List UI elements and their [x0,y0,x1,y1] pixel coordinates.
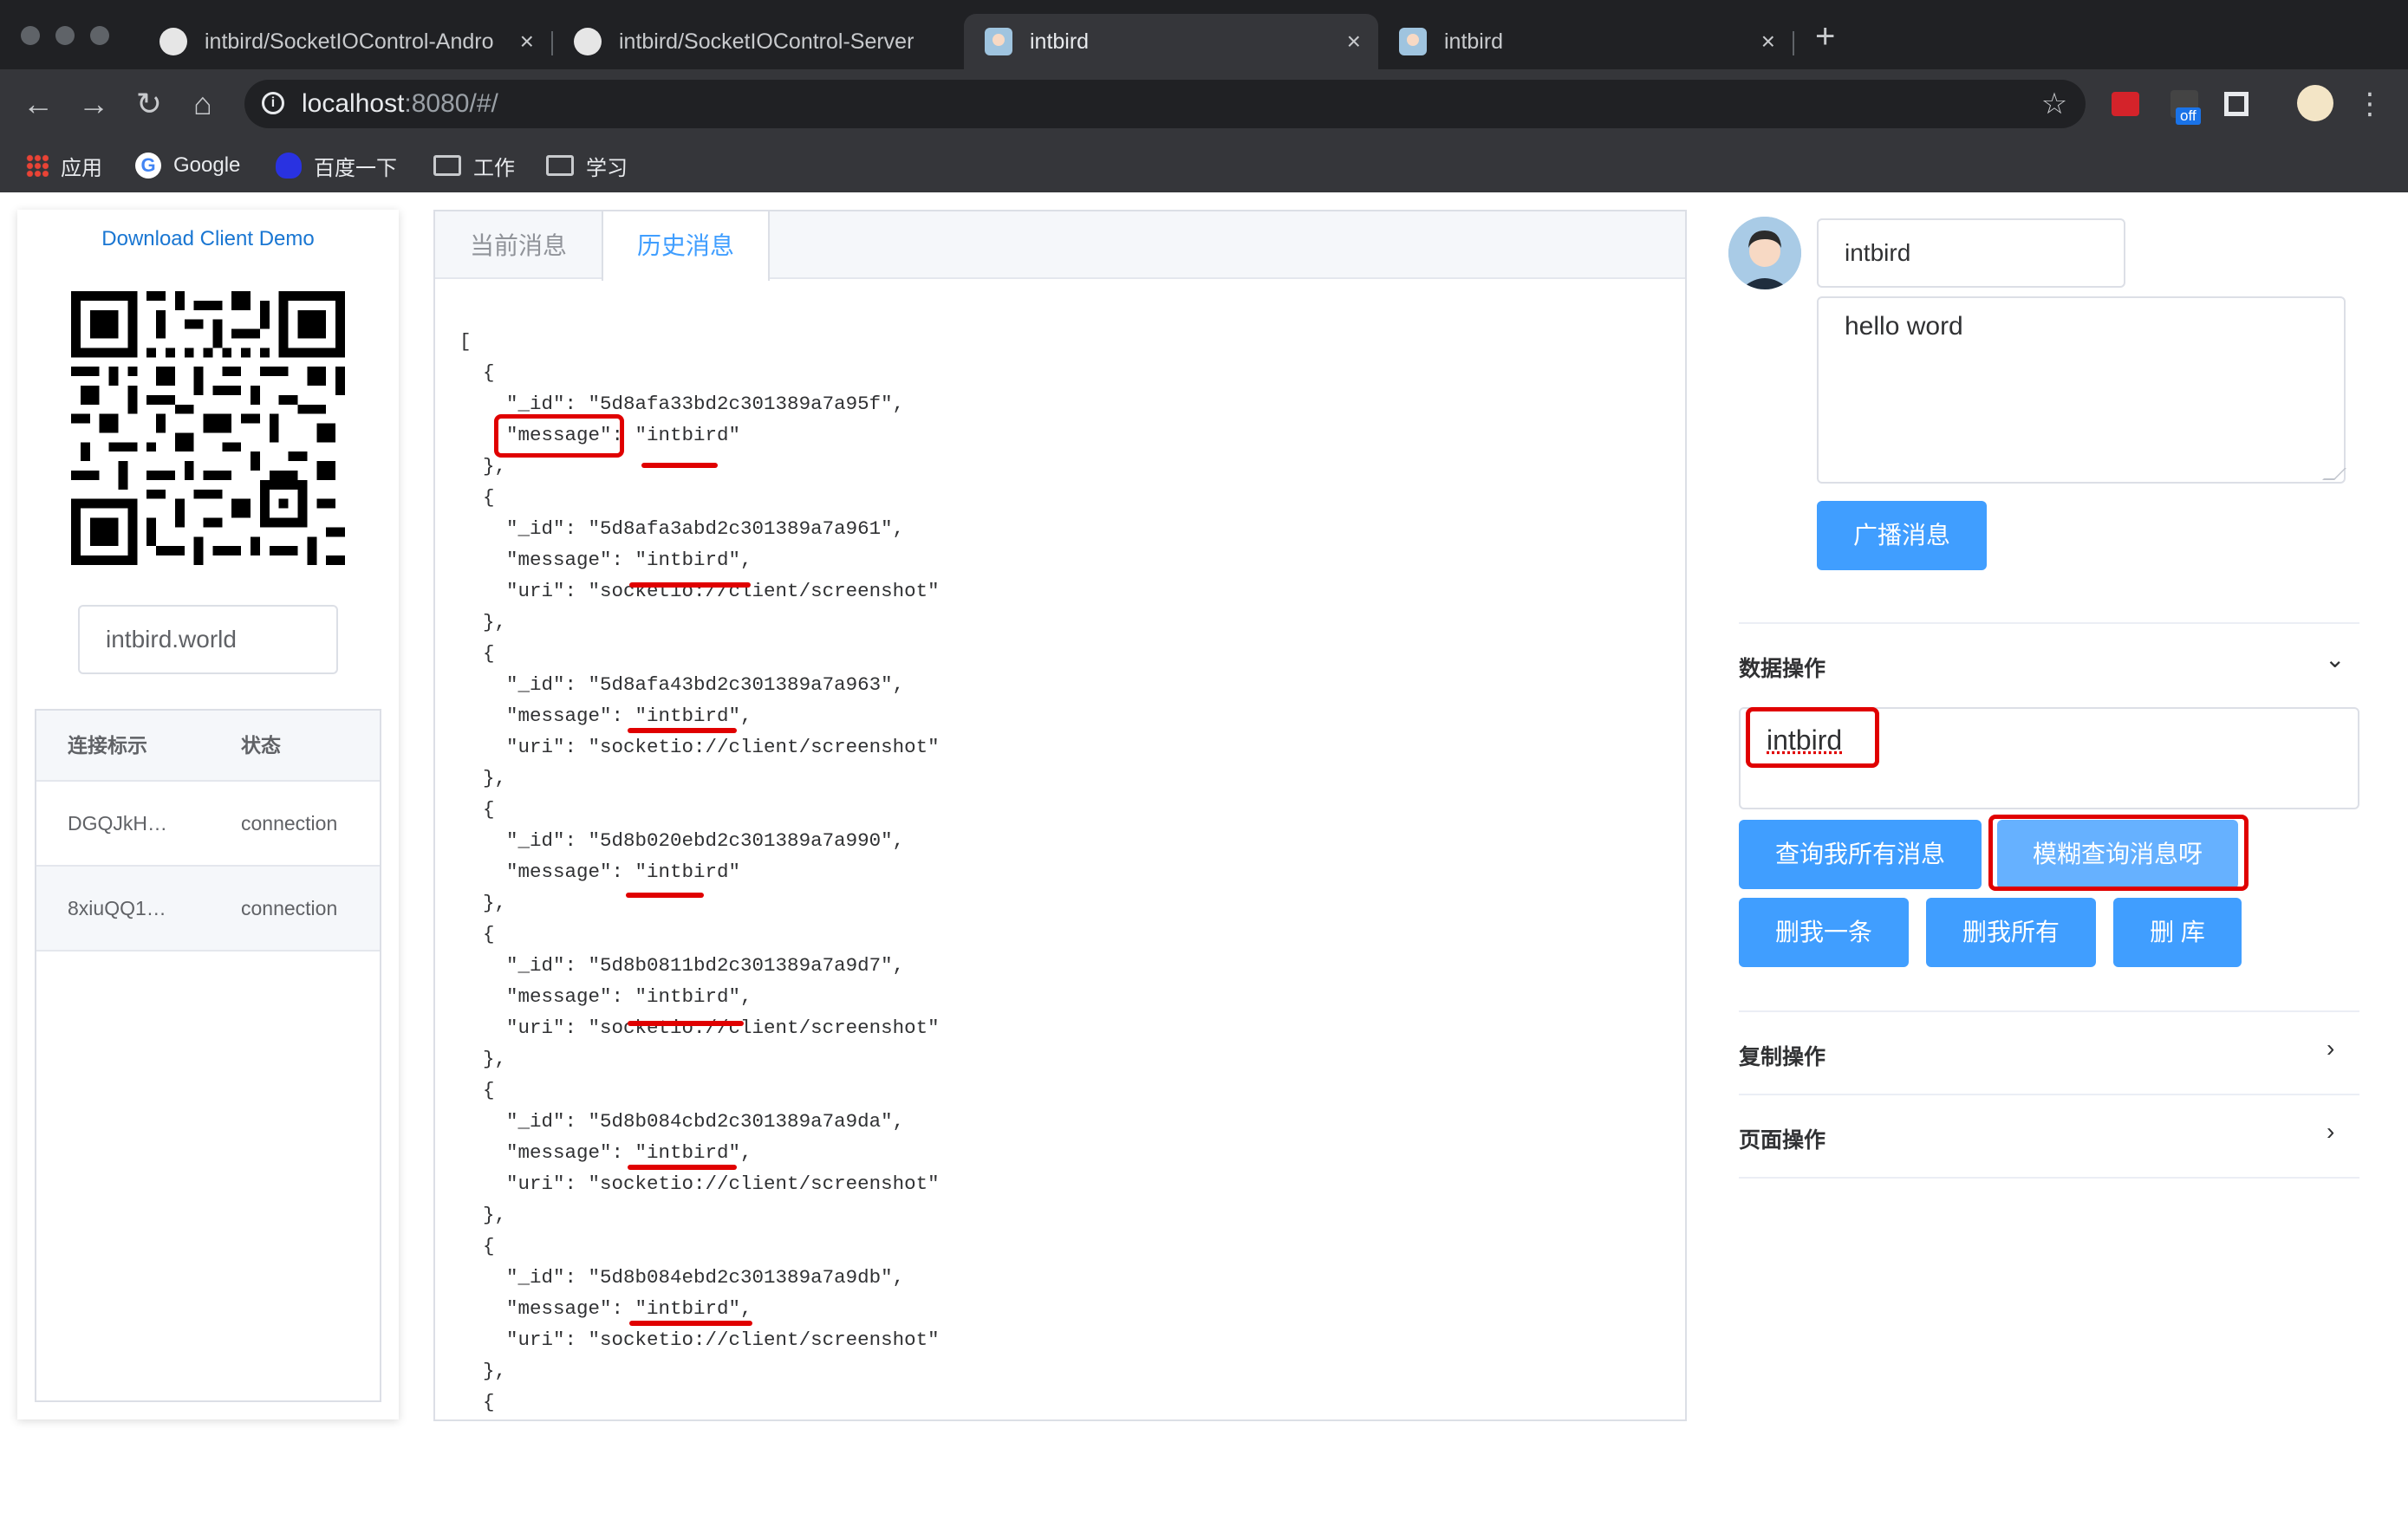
baidu-icon [276,153,302,179]
bookmark-label: 应用 [61,156,102,180]
url-text[interactable]: localhost:8080/#/ [302,85,498,123]
annotation-underline [629,582,751,588]
tab-current-messages[interactable]: 当前消息 [435,211,602,281]
connection-table: 连接标示 状态 DGQJkH… connection 8xiuQQ1… conn… [35,709,381,1402]
domain-input[interactable]: intbird.world [78,605,338,674]
home-icon[interactable]: ⌂ [182,83,224,125]
download-client-link[interactable]: Download Client Demo [17,227,399,251]
browser-tab-4[interactable]: intbird × [1378,14,1793,69]
github-icon [159,28,187,55]
profile-avatar-icon[interactable] [2297,85,2333,121]
bookmark-label: Google [173,153,241,177]
annotation-underline [628,1021,744,1026]
table-row[interactable]: 8xiuQQ1… connection [36,867,380,952]
menu-dots-icon[interactable]: ⋮ [2349,83,2391,125]
tab-history-messages[interactable]: 历史消息 [602,211,770,281]
bookmark-label: 百度一下 [314,156,397,180]
window-minimize-dot[interactable] [55,26,75,45]
extension-square-icon[interactable] [2224,92,2249,116]
tab-label: intbird [1030,29,1090,54]
tab-label: intbird/SocketIOControl-Andro [205,29,494,54]
github-icon [574,28,602,55]
tab-close-icon[interactable]: × [520,28,534,55]
annotation-message-key-box [494,414,624,458]
tab-separator [1793,31,1794,55]
divider [1739,622,2359,624]
avatar-favicon-icon [1399,28,1427,55]
tab-label: intbird [1444,29,1504,54]
browser-tab-active[interactable]: intbird × [964,14,1378,69]
annotation-underline [628,728,737,733]
divider [1739,1094,2359,1095]
info-icon[interactable]: i [262,92,284,114]
copy-ops-title[interactable]: 复制操作 [1739,1040,1826,1071]
chevron-right-icon[interactable]: › [2327,1118,2334,1146]
annotation-underline [626,893,704,898]
browser-tab-1[interactable]: intbird/SocketIOControl-Andro × [139,14,551,69]
broadcast-button[interactable]: 广播消息 [1817,501,1987,570]
tab-close-icon[interactable]: × [1347,28,1361,55]
page-ops-title[interactable]: 页面操作 [1739,1123,1826,1154]
bookmark-baidu[interactable]: 百度一下 [276,146,397,185]
history-json-output: [ { "_id": "5d8afa33bd2c301389a7a95f", "… [459,330,940,1413]
annotation-underline [628,1165,737,1170]
window-close-dot[interactable] [21,26,40,45]
connection-status: connection [241,897,338,919]
column-header-status: 状态 [241,734,281,757]
annotation-query-box [1746,707,1879,768]
browser-tab-2[interactable]: intbird/SocketIOControl-Server [553,14,964,69]
reload-icon[interactable]: ↻ [128,83,170,125]
tab-label: intbird/SocketIOControl-Server [619,29,914,54]
bookmark-apps[interactable]: 应用 [26,146,102,185]
annotation-underline [641,463,718,468]
bookmark-google[interactable]: G Google [135,146,240,185]
user-avatar [1728,217,1801,289]
delete-one-button[interactable]: 删我一条 [1739,898,1909,967]
connection-id: 8xiuQQ1… [68,897,166,919]
tab-close-icon[interactable]: × [1761,28,1775,55]
delete-all-button[interactable]: 删我所有 [1926,898,2096,967]
extension-red-icon[interactable] [2112,92,2139,116]
address-bar[interactable] [244,80,2086,128]
google-icon: G [135,153,161,179]
data-ops-title[interactable]: 数据操作 [1739,652,1826,683]
avatar-favicon-icon [985,28,1012,55]
folder-icon [546,155,574,176]
avatar-face-icon [1728,217,1801,289]
bookmark-work[interactable]: 工作 [433,146,515,185]
column-header-id: 连接标示 [68,734,147,757]
table-row[interactable]: DGQJkH… connection [36,782,380,867]
chevron-right-icon[interactable]: › [2327,1035,2334,1062]
apps-grid-icon [26,154,49,177]
bookmark-label: 工作 [473,156,515,180]
bookmark-star-icon[interactable]: ☆ [2034,83,2075,125]
divider [1739,1177,2359,1179]
bookmark-label: 学习 [586,156,628,180]
qr-code-image [71,291,345,565]
new-tab-button[interactable]: + [1815,17,1835,56]
chevron-down-icon[interactable]: ⌄ [2325,645,2345,673]
annotation-underline [629,1321,752,1326]
table-header: 连接标示 状态 [36,711,380,782]
message-textarea[interactable]: hello word [1817,296,2346,484]
connection-status: connection [241,812,338,835]
divider [1739,1010,2359,1012]
annotation-fuzzy-button-box [1988,815,2249,891]
back-arrow-icon[interactable]: ← [17,83,59,125]
forward-arrow-icon[interactable]: → [73,83,114,125]
extension-off-badge: off [2176,107,2201,125]
bookmark-study[interactable]: 学习 [546,146,628,185]
query-all-messages-button[interactable]: 查询我所有消息 [1739,820,1982,889]
folder-icon [433,155,461,176]
connection-id: DGQJkH… [68,812,167,835]
username-input[interactable]: intbird [1817,218,2125,288]
delete-database-button[interactable]: 删 库 [2113,898,2242,967]
window-zoom-dot[interactable] [90,26,109,45]
